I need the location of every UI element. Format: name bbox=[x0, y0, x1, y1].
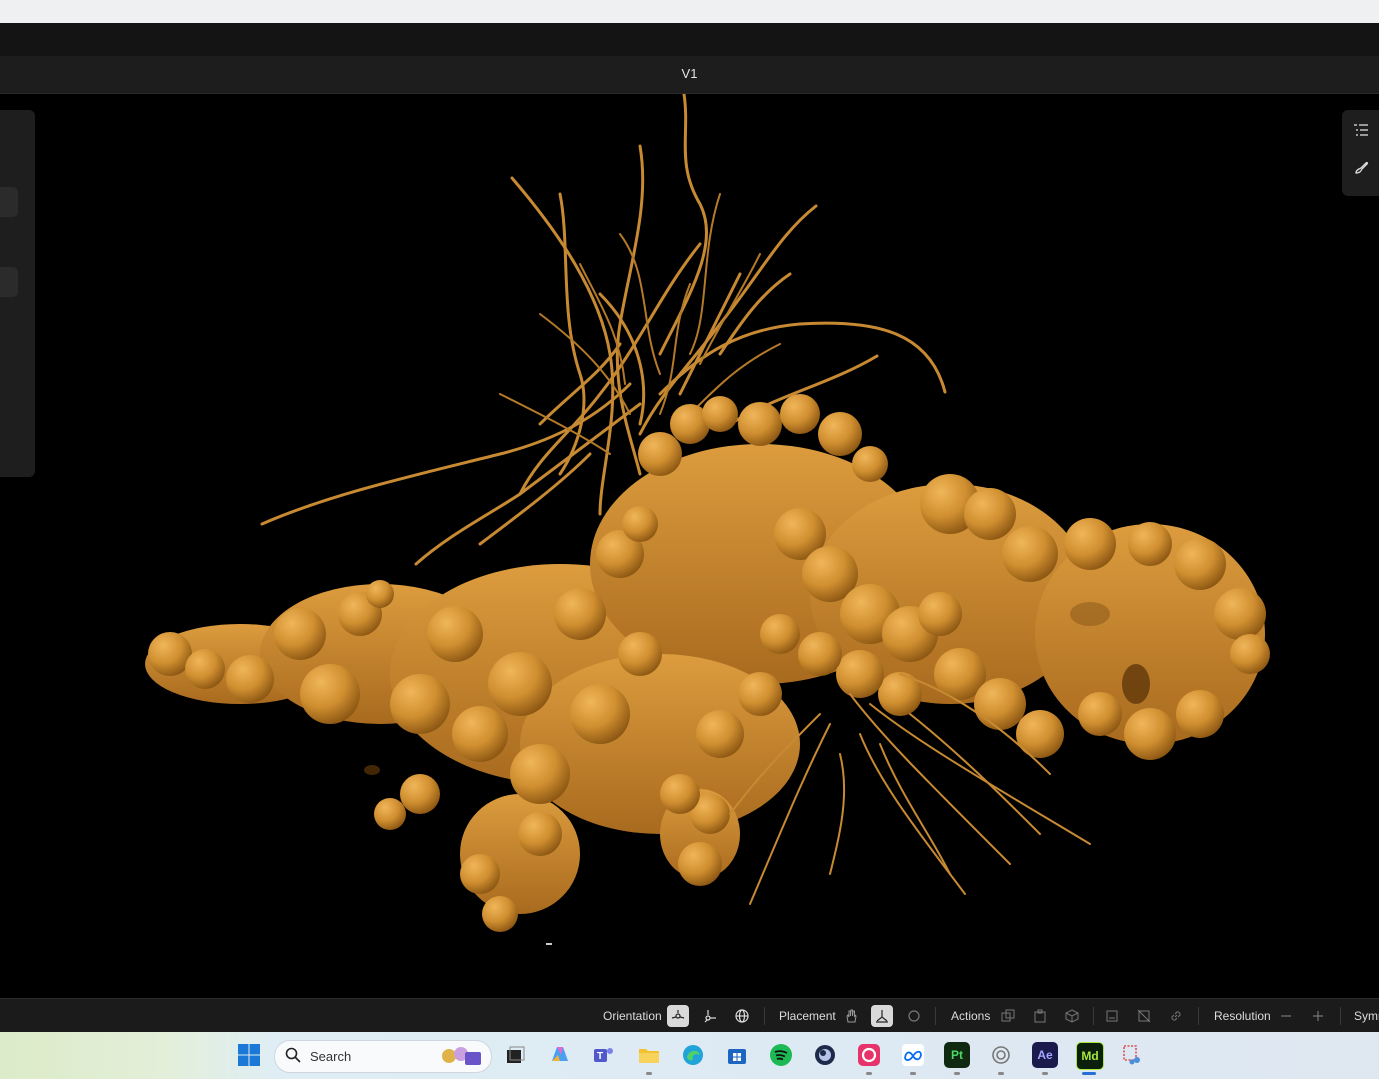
globe-icon[interactable] bbox=[731, 1005, 753, 1027]
left-panel-field-2[interactable] bbox=[0, 267, 18, 297]
running-indicator bbox=[646, 1072, 652, 1075]
clipboard-icon[interactable] bbox=[1029, 1005, 1051, 1027]
toolbar-separator bbox=[935, 1007, 936, 1025]
substance-painter-label: Pt bbox=[951, 1048, 963, 1062]
cinema4d-icon[interactable] bbox=[812, 1042, 838, 1068]
app-title-bar bbox=[0, 23, 1379, 56]
pivot-icon[interactable] bbox=[699, 1005, 721, 1027]
toolbar-separator bbox=[1198, 1007, 1199, 1025]
meta-icon[interactable] bbox=[900, 1042, 926, 1068]
running-indicator bbox=[954, 1072, 960, 1075]
document-title: V1 bbox=[681, 66, 698, 81]
left-panel-field-1[interactable] bbox=[0, 187, 18, 217]
outline-list-icon[interactable] bbox=[1350, 119, 1372, 141]
grid-off-icon[interactable] bbox=[1133, 1005, 1155, 1027]
search-highlight-icon bbox=[439, 1044, 485, 1073]
search-placeholder: Search bbox=[310, 1049, 352, 1064]
3d-viewport[interactable] bbox=[0, 94, 1379, 998]
orbit-icon[interactable] bbox=[903, 1005, 925, 1027]
toolbar-separator bbox=[1093, 1007, 1094, 1025]
actions-label: Actions bbox=[951, 1009, 991, 1023]
sculpt-model bbox=[145, 94, 1270, 945]
svg-text:T: T bbox=[597, 1051, 603, 1062]
gaming-icon[interactable] bbox=[988, 1042, 1014, 1068]
spotify-icon[interactable] bbox=[768, 1042, 794, 1068]
os-top-strip bbox=[0, 0, 1379, 23]
orientation-gizmo-icon[interactable] bbox=[667, 1005, 689, 1027]
viewport-marker bbox=[546, 943, 552, 945]
resolution-label: Resolution bbox=[1214, 1009, 1271, 1023]
minus-icon[interactable] bbox=[1275, 1005, 1297, 1027]
toolbar-separator bbox=[1340, 1007, 1341, 1025]
running-indicator bbox=[866, 1072, 872, 1075]
creative-cloud-icon[interactable] bbox=[856, 1042, 882, 1068]
bake-icon[interactable] bbox=[1101, 1005, 1123, 1027]
snap-to-surface-icon[interactable] bbox=[871, 1005, 893, 1027]
start-icon[interactable] bbox=[236, 1042, 262, 1068]
after-effects-icon[interactable]: Ae bbox=[1032, 1042, 1058, 1068]
search-icon bbox=[285, 1047, 301, 1068]
plus-icon[interactable] bbox=[1307, 1005, 1329, 1027]
document-tab-bar: V1 bbox=[0, 56, 1379, 94]
edge-icon[interactable] bbox=[680, 1042, 706, 1068]
teams-icon[interactable]: T bbox=[591, 1042, 617, 1068]
file-explorer-icon[interactable] bbox=[636, 1042, 662, 1068]
modeler-label: Md bbox=[1081, 1049, 1099, 1063]
store-icon[interactable] bbox=[724, 1042, 750, 1068]
placement-label: Placement bbox=[779, 1009, 836, 1023]
link-icon[interactable] bbox=[1165, 1005, 1187, 1027]
duplicate-icon[interactable] bbox=[997, 1005, 1019, 1027]
running-indicator bbox=[910, 1072, 916, 1075]
running-indicator bbox=[998, 1072, 1004, 1075]
running-indicator bbox=[1042, 1072, 1048, 1075]
hand-icon[interactable] bbox=[840, 1005, 862, 1027]
modeler-icon[interactable]: Md bbox=[1076, 1042, 1104, 1070]
task-view-icon[interactable] bbox=[502, 1042, 528, 1068]
bottom-toolbar: Orientation Placement Actions Resolution bbox=[0, 998, 1379, 1033]
toolbar-separator bbox=[764, 1007, 765, 1025]
cube-icon[interactable] bbox=[1061, 1005, 1083, 1027]
symmetry-label: Symr bbox=[1354, 1009, 1379, 1023]
substance-painter-icon[interactable]: Pt bbox=[944, 1042, 970, 1068]
left-side-panel bbox=[0, 110, 35, 477]
windows-taskbar: Search T Pt Ae Md bbox=[0, 1032, 1379, 1079]
orientation-label: Orientation bbox=[603, 1009, 662, 1023]
after-effects-label: Ae bbox=[1037, 1048, 1053, 1062]
copilot-icon[interactable] bbox=[547, 1042, 573, 1068]
right-side-panel bbox=[1342, 110, 1379, 196]
brush-icon[interactable] bbox=[1350, 157, 1372, 179]
active-indicator bbox=[1082, 1072, 1096, 1075]
tendrils-top-thin bbox=[499, 193, 781, 455]
snipping-tool-icon[interactable] bbox=[1120, 1042, 1146, 1068]
taskbar-search-box[interactable]: Search bbox=[274, 1040, 492, 1073]
